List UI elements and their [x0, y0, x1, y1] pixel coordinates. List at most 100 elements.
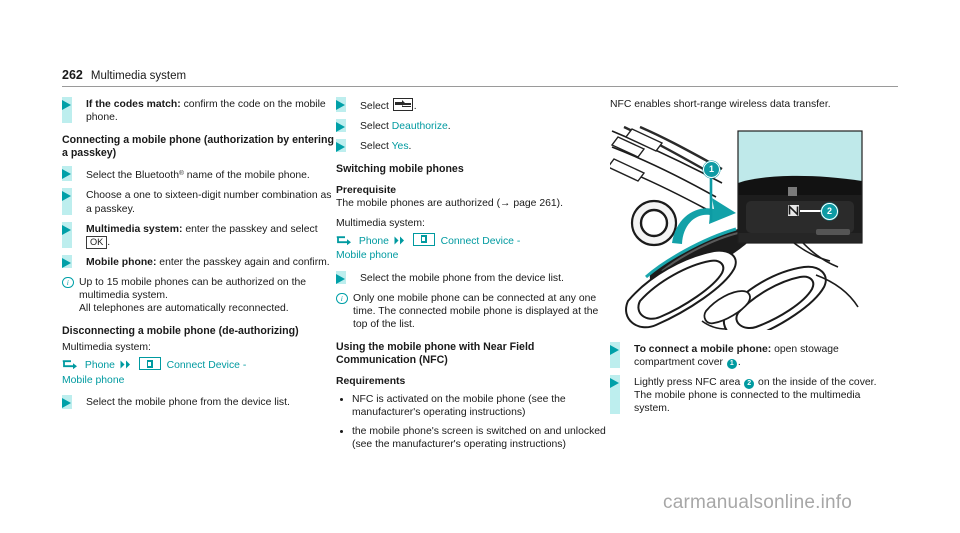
figure-callout-1: 1 [703, 161, 720, 178]
menu-item-phone[interactable]: Phone [359, 236, 389, 247]
header-divider [62, 86, 898, 87]
step-text: Select the mobile phone from the device … [360, 272, 564, 284]
heading-requirements: Requirements [336, 376, 406, 388]
menu-item-yes[interactable]: Yes [392, 141, 409, 152]
heading-nfc: Using the mobile phone with Near Field C… [336, 341, 535, 367]
triangle-bullet-icon [62, 257, 71, 268]
manual-page: 262 Multimedia system If the codes match… [0, 0, 960, 533]
step-body-end: . [737, 357, 741, 369]
triangle-bullet-icon [610, 378, 619, 389]
menu-item-deauthorize[interactable]: Deauthorize [392, 121, 448, 132]
step-select-phone-from-list: Select the mobile phone from the device … [62, 395, 334, 409]
triangle-bullet-icon [610, 345, 619, 355]
step-lead-in: If the codes match: [86, 99, 181, 110]
menu-item-connect-device[interactable]: Connect Device - [167, 360, 247, 371]
double-chevron-icon [394, 236, 407, 245]
figure-nfc-stowage-compartment: 1 2 [610, 125, 866, 330]
page-number: 262 [62, 68, 83, 82]
step-choose-passkey: Choose a one to sixteen-digit number com… [62, 188, 334, 215]
step-text: To connect a mobile phone: open stowage … [634, 343, 898, 369]
options-list-icon[interactable] [392, 98, 413, 111]
menu-entry-arrow-icon [336, 235, 354, 245]
site-watermark: carmanualsonline.info [663, 492, 853, 513]
triangle-bullet-icon [336, 122, 345, 133]
step-body-post: . [447, 121, 451, 133]
menu-path-row1: Phone Connect Device - [62, 357, 247, 371]
step-mobile-phone-confirm: Mobile phone: enter the passkey again an… [62, 254, 334, 269]
heading-switching-mobile-phones: Switching mobile phones [336, 163, 464, 176]
step-body: enter the passkey again and confirm. [156, 256, 330, 268]
text-phones-authorized: The mobile phones are authorized (→ page… [336, 198, 564, 210]
step-body-post: name of the mobile phone. [183, 170, 310, 182]
label-multimedia-system: Multimedia system: [336, 217, 425, 229]
step-text: Select the Bluetooth® name of the mobile… [86, 167, 334, 182]
step-text: Lightly press NFC area 2 on the inside o… [634, 376, 898, 415]
label-multimedia-system: Multimedia system: [62, 342, 151, 354]
step-text: Choose a one to sixteen-digit number com… [86, 190, 332, 215]
step-lead-in: Mobile phone: [86, 256, 157, 268]
step-to-connect-mobile-phone: To connect a mobile phone: open stowage … [610, 342, 898, 369]
menu-item-phone[interactable]: Phone [85, 360, 115, 371]
ok-key-button[interactable]: OK [86, 235, 108, 249]
double-chevron-icon [120, 360, 133, 369]
step-text: Select Deauthorize. [360, 120, 608, 133]
connect-device-icon [412, 232, 435, 246]
step-lead-in: To connect a mobile phone: [634, 344, 772, 355]
triangle-bullet-icon [336, 100, 345, 110]
heading-connecting-mobile-phone: Connecting a mobile phone (authorization… [62, 134, 334, 160]
heading-prerequisite: Prerequisite [336, 185, 397, 197]
heading-disconnecting-mobile-phone: Disconnecting a mobile phone (de-authori… [62, 325, 299, 338]
text-nfc-intro: NFC enables short-range wireless data tr… [610, 99, 831, 110]
step-text: Select . [360, 98, 608, 113]
step-body-line2: The mobile phone is connected to the mul… [634, 390, 861, 415]
step-body-post: . [408, 141, 412, 153]
step-body-pre: Select [360, 121, 392, 133]
triangle-bullet-icon [336, 273, 345, 284]
menu-path-switch: Phone Connect Device - Mobile phone [336, 232, 608, 264]
step-select-yes: Select Yes. [336, 139, 608, 153]
menu-path-disconnect: Phone Connect Device - Mobile phone [62, 357, 334, 388]
info-icon: i [62, 276, 74, 289]
connect-device-icon [138, 357, 161, 371]
menu-path-row1: Phone Connect Device - [336, 232, 521, 247]
note-text-line1: Up to 15 mobile phones can be authorized… [79, 276, 307, 302]
note-max-phones: i Up to 15 mobile phones can be authoriz… [62, 276, 334, 315]
menu-item-mobile-phone[interactable]: Mobile phone [62, 374, 334, 389]
step-lead-in: Multimedia system: [86, 223, 183, 235]
step-text: If the codes match: confirm the code on … [86, 98, 334, 124]
figure-callout-2: 2 [821, 203, 838, 220]
step-codes-match: If the codes match: confirm the code on … [62, 97, 334, 124]
triangle-bullet-icon [62, 169, 71, 180]
step-text: Multimedia system: enter the passkey and… [86, 223, 334, 249]
step-body-end: . [107, 236, 111, 248]
column-left: If the codes match: confirm the code on … [62, 97, 334, 410]
step-body-pre: Select [360, 141, 392, 153]
menu-entry-arrow-icon [62, 360, 80, 370]
requirement-item: NFC is activated on the mobile phone (se… [336, 393, 608, 419]
step-body: enter the passkey and select [182, 223, 318, 235]
step-body-pre: Select [360, 101, 392, 112]
menu-item-mobile-phone[interactable]: Mobile phone [336, 249, 608, 264]
menu-item-connect-device[interactable]: Connect Device - [441, 236, 521, 247]
chapter-title: Multimedia system [90, 70, 187, 82]
step-body-pre: Select the Bluetooth [86, 170, 180, 182]
column-middle: Select . Select Deauthorize. Select Yes.… [336, 97, 608, 451]
callout-badge-1: 1 [726, 358, 737, 369]
step-text: Mobile phone: enter the passkey again an… [86, 256, 334, 269]
info-icon: i [336, 292, 348, 305]
column-right-steps: To connect a mobile phone: open stowage … [610, 342, 898, 415]
step-body-post: on the inside of the cover. [755, 377, 877, 389]
page-header: 262 Multimedia system [62, 68, 898, 82]
triangle-bullet-icon [62, 398, 71, 409]
step-select-list-icon: Select . [336, 97, 608, 113]
column-right: NFC enables short-range wireless data tr… [610, 98, 898, 111]
note-only-one-phone: i Only one mobile phone can be connected… [336, 292, 608, 331]
step-press-nfc-area: Lightly press NFC area 2 on the inside o… [610, 375, 898, 415]
step-select-bluetooth-name: Select the Bluetooth® name of the mobile… [62, 166, 334, 182]
note-text: Only one mobile phone can be connected a… [353, 292, 599, 330]
callout-badge-2: 2 [744, 378, 755, 389]
triangle-bullet-icon [62, 191, 71, 202]
step-text: Select Yes. [360, 140, 608, 153]
requirement-item: the mobile phone's screen is switched on… [336, 425, 608, 451]
triangle-bullet-icon [62, 224, 71, 235]
